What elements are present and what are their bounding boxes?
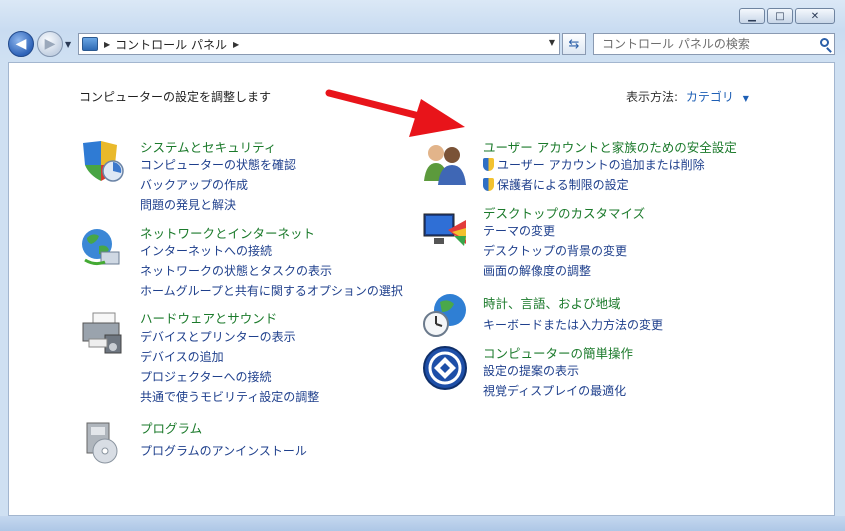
search-input[interactable]: [600, 36, 809, 52]
caption-buttons: ▁ □ ✕: [739, 8, 835, 24]
refresh-button[interactable]: ⇆: [562, 33, 586, 55]
chevron-down-icon[interactable]: ▼: [743, 94, 749, 103]
user-accounts-icon: [424, 145, 466, 185]
forward-arrow-icon: ▶: [44, 36, 56, 52]
window-bottom-frame: [0, 516, 845, 531]
link-devices-printers[interactable]: デバイスとプリンターの表示: [140, 328, 296, 345]
back-button[interactable]: ◀: [8, 31, 34, 57]
link-add-remove-user[interactable]: ユーザー アカウントの追加または削除: [483, 156, 705, 173]
link-change-background[interactable]: デスクトップの背景の変更: [483, 242, 627, 259]
category-system-security[interactable]: システムとセキュリティ: [140, 137, 276, 156]
link-mobility-settings[interactable]: 共通で使うモビリティ設定の調整: [140, 388, 319, 405]
link-change-theme[interactable]: テーマの変更: [483, 222, 555, 239]
refresh-icon: ⇆: [568, 36, 580, 52]
link-adjust-resolution[interactable]: 画面の解像度の調整: [483, 262, 591, 279]
page-title: コンピューターの設定を調整します: [79, 90, 272, 104]
close-button[interactable]: ✕: [795, 8, 835, 24]
breadcrumb-chevron-icon[interactable]: ▶: [233, 40, 239, 49]
programs-icon: [86, 422, 118, 464]
link-add-device[interactable]: デバイスの追加: [140, 348, 224, 365]
maximize-button[interactable]: □: [767, 8, 793, 24]
view-by-dropdown[interactable]: カテゴリ: [686, 90, 734, 104]
minimize-button[interactable]: ▁: [739, 8, 765, 24]
security-shield-icon: [83, 141, 124, 182]
control-panel-icon: [82, 37, 98, 51]
link-optimize-display[interactable]: 視覚ディスプレイの最適化: [483, 382, 626, 399]
category-clock-language-region[interactable]: 時計、言語、および地域: [483, 293, 621, 312]
address-bar[interactable]: ▶ コントロール パネル ▶ ▼: [78, 33, 560, 55]
clock-globe-icon: [423, 294, 466, 337]
link-create-backup[interactable]: バックアップの作成: [140, 176, 248, 193]
desktop-personalize-icon: [423, 213, 466, 246]
uac-shield-icon: [483, 178, 494, 191]
red-arrow-annotation: [325, 89, 465, 137]
control-panel-window: ▁ □ ✕ ◀ ▶ ▼ ▶ コントロール パネル ▶ ▼ ⇆ コンピューターの設…: [0, 0, 845, 531]
uac-shield-icon: [483, 158, 494, 171]
navigation-buttons: ◀ ▶ ▼: [8, 31, 71, 57]
search-box[interactable]: [593, 33, 835, 55]
category-ease-of-access[interactable]: コンピューターの簡単操作: [483, 343, 633, 362]
view-by-label: 表示方法:: [626, 90, 679, 104]
link-add-remove-user-label: ユーザー アカウントの追加または削除: [497, 158, 705, 172]
link-connect-projector[interactable]: プロジェクターへの接続: [140, 368, 272, 385]
category-programs[interactable]: プログラム: [140, 418, 202, 437]
link-homegroup-sharing[interactable]: ホームグループと共有に関するオプションの選択: [140, 282, 403, 299]
category-network-internet[interactable]: ネットワークとインターネット: [140, 223, 315, 242]
link-connect-internet[interactable]: インターネットへの接続: [140, 242, 272, 259]
recent-pages-dropdown-icon[interactable]: ▼: [65, 40, 71, 49]
back-arrow-icon: ◀: [15, 36, 27, 52]
link-get-recommendations[interactable]: 設定の提案の表示: [483, 362, 579, 379]
link-check-computer-status[interactable]: コンピューターの状態を確認: [140, 156, 296, 173]
category-appearance[interactable]: デスクトップのカスタマイズ: [483, 203, 645, 222]
address-dropdown-icon[interactable]: ▼: [549, 38, 555, 47]
category-user-accounts[interactable]: ユーザー アカウントと家族のための安全設定: [483, 137, 737, 156]
close-icon: ✕: [810, 10, 820, 22]
link-change-keyboard[interactable]: キーボードまたは入力方法の変更: [483, 316, 663, 333]
link-parental-controls-label: 保護者による制限の設定: [497, 178, 629, 192]
ease-of-access-icon: [423, 346, 467, 390]
breadcrumb-chevron-icon[interactable]: ▶: [104, 40, 110, 49]
category-hardware-sound[interactable]: ハードウェアとサウンド: [140, 308, 277, 327]
maximize-icon: □: [775, 10, 785, 22]
printer-icon: [82, 312, 122, 354]
search-icon[interactable]: [820, 38, 829, 47]
view-by: 表示方法: カテゴリ ▼: [626, 88, 749, 105]
forward-button[interactable]: ▶: [37, 31, 63, 57]
breadcrumb-control-panel[interactable]: コントロール パネル: [115, 36, 227, 53]
network-globe-icon: [82, 229, 120, 266]
minimize-icon: ▁: [748, 10, 756, 22]
link-network-status[interactable]: ネットワークの状態とタスクの表示: [140, 262, 332, 279]
link-find-fix-problems[interactable]: 問題の発見と解決: [140, 196, 236, 213]
content-pane: コンピューターの設定を調整します 表示方法: カテゴリ ▼ システムとセキュリテ…: [8, 62, 835, 516]
link-uninstall-program[interactable]: プログラムのアンインストール: [140, 442, 307, 459]
link-parental-controls[interactable]: 保護者による制限の設定: [483, 176, 629, 193]
